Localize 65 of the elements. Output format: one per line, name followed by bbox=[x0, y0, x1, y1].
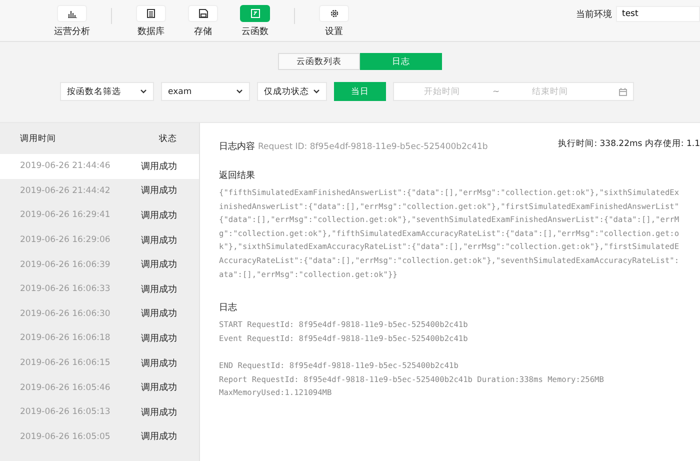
call-time: 2019-06-26 16:06:15 bbox=[20, 358, 110, 368]
log-list-row[interactable]: 2019-06-26 21:44:46 调用成功 bbox=[0, 154, 199, 179]
chevron-down-icon bbox=[313, 89, 320, 94]
log-list-row[interactable]: 2019-06-26 16:06:33 调用成功 bbox=[0, 276, 199, 302]
environment-field[interactable]: test bbox=[616, 6, 700, 22]
log-list-row[interactable]: 2019-06-26 16:06:39 调用成功 bbox=[0, 252, 199, 277]
column-header: 调用时间 bbox=[20, 132, 56, 144]
tab[interactable]: 云函数列表 bbox=[278, 53, 360, 70]
calendar-icon bbox=[619, 88, 627, 96]
log-content-title: 日志内容 bbox=[219, 142, 255, 152]
call-time: 2019-06-26 16:06:30 bbox=[20, 308, 110, 319]
log-list-row[interactable]: 2019-06-26 16:05:13 调用成功 bbox=[0, 400, 199, 425]
log-list-row[interactable]: 2019-06-26 16:29:06 调用成功 bbox=[0, 228, 199, 252]
log-list-row[interactable]: 2019-06-26 16:06:15 调用成功 bbox=[0, 350, 199, 376]
start-time-field[interactable]: 开始时间 bbox=[394, 86, 490, 98]
log-heading: 日志 bbox=[219, 302, 237, 314]
toolbar-button[interactable]: 数据库 bbox=[125, 0, 177, 38]
range-separator: ~ bbox=[491, 86, 501, 96]
log-list-row[interactable]: 2019-06-26 16:29:41 调用成功 bbox=[0, 203, 199, 228]
call-time: 2019-06-26 16:06:39 bbox=[20, 260, 110, 270]
column-header: 状态 bbox=[159, 132, 177, 144]
list-icon bbox=[147, 9, 155, 18]
function-filter-select[interactable]: 按函数名筛选 bbox=[60, 82, 154, 101]
call-time: 2019-06-26 16:05:05 bbox=[20, 432, 110, 442]
call-time: 2019-06-26 16:29:06 bbox=[20, 235, 110, 246]
call-status: 调用成功 bbox=[141, 234, 177, 247]
chevron-down-icon bbox=[236, 89, 243, 94]
call-time: 2019-06-26 16:29:41 bbox=[20, 210, 110, 220]
call-status: 调用成功 bbox=[141, 332, 177, 345]
call-status: 调用成功 bbox=[141, 184, 177, 198]
call-status: 调用成功 bbox=[141, 382, 177, 394]
call-time: 2019-06-26 16:06:18 bbox=[20, 333, 110, 344]
call-status: 调用成功 bbox=[141, 210, 177, 222]
settings-icon bbox=[330, 9, 338, 18]
function-box-icon bbox=[250, 9, 260, 18]
request-id: Request ID: 8f95e4df-9818-11e9-b5ec-525400b2c41b bbox=[258, 142, 488, 152]
result-heading: 返回结果 bbox=[219, 170, 255, 182]
log-list-row[interactable]: 2019-06-26 16:05:46 调用成功 bbox=[0, 375, 199, 400]
log-list-row[interactable]: 2019-06-26 21:44:42 调用成功 bbox=[0, 178, 199, 204]
toolbar-button[interactable]: 设置 bbox=[308, 0, 360, 38]
log-list-row[interactable]: 2019-06-26 16:06:30 调用成功 bbox=[0, 302, 199, 326]
call-time: 2019-06-26 16:05:46 bbox=[20, 382, 110, 393]
toolbar-button[interactable]: 运营分析 bbox=[46, 0, 98, 38]
toolbar-button[interactable]: 存储 bbox=[177, 0, 229, 38]
environment-label: 当前环境 bbox=[576, 8, 612, 20]
call-status: 调用成功 bbox=[141, 430, 177, 444]
toolbar-button[interactable]: 云函数 bbox=[229, 0, 281, 38]
bar-chart-icon bbox=[68, 10, 76, 18]
function-name-select[interactable]: exam bbox=[161, 82, 250, 101]
call-status: 调用成功 bbox=[141, 284, 177, 296]
status-filter-select[interactable]: 仅成功状态 bbox=[257, 82, 327, 101]
chevron-down-icon bbox=[140, 89, 147, 94]
log-list-row[interactable]: 2019-06-26 16:06:18 调用成功 bbox=[0, 326, 199, 351]
end-time-field[interactable]: 结束时间 bbox=[502, 86, 598, 98]
call-time: 2019-06-26 21:44:46 bbox=[20, 161, 110, 172]
execution-stats: 执行时间: 338.22ms 内存使用: 1.1 bbox=[558, 138, 700, 150]
call-time: 2019-06-26 21:44:42 bbox=[20, 186, 110, 196]
call-status: 调用成功 bbox=[141, 258, 177, 272]
call-status: 调用成功 bbox=[141, 160, 177, 173]
log-list-row[interactable]: 2019-06-26 16:05:05 调用成功 bbox=[0, 424, 199, 450]
call-time: 2019-06-26 16:05:13 bbox=[20, 407, 110, 418]
call-time: 2019-06-26 16:06:33 bbox=[20, 284, 110, 294]
call-status: 调用成功 bbox=[141, 406, 177, 419]
call-status: 调用成功 bbox=[141, 308, 177, 320]
call-status: 调用成功 bbox=[141, 358, 177, 370]
